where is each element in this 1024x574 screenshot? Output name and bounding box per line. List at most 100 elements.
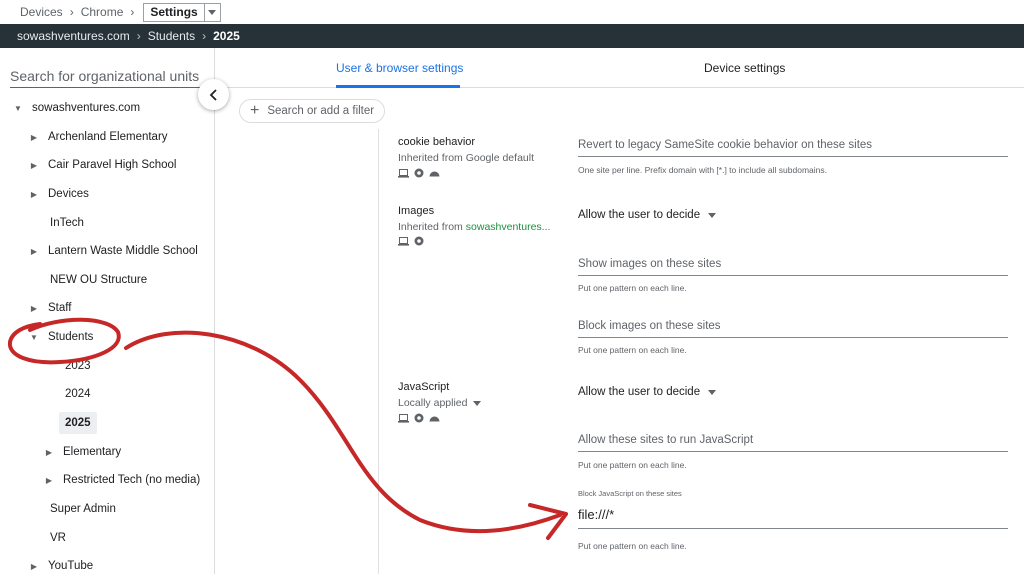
tree-item-intech[interactable]: InTech <box>50 212 84 234</box>
tree-item-2025[interactable]: 2025 <box>59 412 97 434</box>
tree-item-2023[interactable]: 2023 <box>65 355 91 377</box>
settings-select[interactable]: Settings <box>143 2 221 22</box>
tree-item-root[interactable]: ▼ sowashventures.com <box>12 97 140 119</box>
images-select[interactable]: Allow the user to decide <box>578 209 717 221</box>
chevron-left-icon <box>209 88 217 101</box>
tree-item-archenland[interactable]: ▶ Archenland Elementary <box>28 126 168 148</box>
tree-item-elementary[interactable]: ▶ Elementary <box>43 441 121 463</box>
tree-item-2024[interactable]: 2024 <box>65 383 91 405</box>
tree-item-devices[interactable]: ▶ Devices <box>28 183 89 205</box>
tree-item-label: Archenland Elementary <box>48 131 168 143</box>
chrome-icon <box>414 236 424 246</box>
tree-triangle-right-icon[interactable]: ▶ <box>28 247 40 256</box>
field-hint: Put one pattern on each line. <box>578 345 687 355</box>
tab-device-settings[interactable]: Device settings <box>704 48 785 88</box>
tab-user-browser-settings[interactable]: User & browser settings <box>336 48 463 88</box>
android-icon <box>429 416 440 422</box>
tree-item-label: Elementary <box>63 446 122 458</box>
tree-item-label: Super Admin <box>50 503 116 515</box>
tree-item-label: Restricted Tech (no media) <box>63 474 201 486</box>
tree-item-label: Cair Paravel High School <box>48 159 177 171</box>
tree-item-super-admin[interactable]: Super Admin <box>50 498 116 520</box>
platform-icons <box>398 413 440 423</box>
tree-item-vr[interactable]: VR <box>50 527 66 549</box>
setting-inheritance-images: Inherited from sowashventures... <box>398 221 550 233</box>
ou-search-input[interactable]: Search for organizational units <box>10 66 206 88</box>
ou-path-current: 2025 <box>213 29 240 43</box>
field-placeholder: Allow these sites to run JavaScript <box>578 434 754 446</box>
active-tab-indicator <box>336 85 460 88</box>
field-value: file:///* <box>578 507 615 522</box>
ou-path-bar: sowashventures.com › Students › 2025 <box>0 24 1024 48</box>
tree-item-label: VR <box>50 532 66 544</box>
tree-item-label: Students <box>48 331 94 343</box>
tree-item-restricted-tech[interactable]: ▶ Restricted Tech (no media) <box>43 469 200 491</box>
inheritance-text: Locally applied <box>398 397 468 409</box>
tree-item-cair-paravel[interactable]: ▶ Cair Paravel High School <box>28 154 177 176</box>
tree-item-label: InTech <box>50 217 84 229</box>
block-images-sites-field[interactable]: Block images on these sites <box>578 318 1008 338</box>
collapse-sidebar-button[interactable] <box>198 79 229 110</box>
admin-console-screen: Devices › Chrome › Settings sowashventur… <box>0 0 1024 574</box>
field-placeholder: Show images on these sites <box>578 258 722 270</box>
tree-item-label: Staff <box>48 302 72 314</box>
tree-triangle-right-icon[interactable]: ▶ <box>28 133 40 142</box>
add-filter-button[interactable]: + Search or add a filter <box>239 99 385 123</box>
breadcrumb-devices[interactable]: Devices <box>20 5 63 19</box>
chevron-right-icon: › <box>130 5 135 19</box>
tree-item-label: Devices <box>48 188 89 200</box>
tab-label: Device settings <box>704 61 786 75</box>
ou-search-placeholder: Search for organizational units <box>10 68 200 84</box>
chevron-right-icon: › <box>202 29 207 43</box>
laptop-icon <box>398 413 409 423</box>
tree-item-youtube[interactable]: ▶ YouTube <box>28 555 93 574</box>
filter-label: Search or add a filter <box>267 105 375 117</box>
inheritance-text: Inherited from <box>398 221 463 233</box>
ou-path-root[interactable]: sowashventures.com <box>17 29 130 43</box>
tree-triangle-right-icon[interactable]: ▶ <box>28 562 40 571</box>
android-icon <box>429 171 440 177</box>
tree-item-label: 2025 <box>65 417 91 429</box>
laptop-icon <box>398 168 409 178</box>
setting-inheritance-javascript[interactable]: Locally applied <box>398 397 482 409</box>
tree-triangle-down-icon[interactable]: ▼ <box>28 333 40 342</box>
show-images-sites-field[interactable]: Show images on these sites <box>578 256 1008 276</box>
tree-triangle-right-icon[interactable]: ▶ <box>28 161 40 170</box>
legacy-samesite-sites-field[interactable]: Revert to legacy SameSite cookie behavio… <box>578 137 1008 157</box>
dropdown-caret-icon <box>708 212 717 218</box>
tree-item-staff[interactable]: ▶ Staff <box>28 297 72 319</box>
chrome-icon <box>414 168 424 178</box>
platform-icons <box>398 168 440 178</box>
tree-triangle-right-icon[interactable]: ▶ <box>43 448 55 457</box>
tree-item-label: NEW OU Structure <box>50 274 148 286</box>
breadcrumb: Devices › Chrome › Settings <box>0 0 1024 24</box>
setting-name-cookie: cookie behavior <box>398 136 476 148</box>
inheritance-link[interactable]: sowashventures... <box>466 221 551 233</box>
inheritance-text: Inherited from Google default <box>398 152 534 164</box>
select-value: Allow the user to decide <box>578 386 701 398</box>
field-hint: One site per line. Prefix domain with [*… <box>578 165 827 175</box>
settings-main: User & browser settings Device settings … <box>215 48 1024 574</box>
tree-item-new-ou-structure[interactable]: NEW OU Structure <box>50 269 147 291</box>
tree-item-label: YouTube <box>48 560 94 572</box>
tree-triangle-right-icon[interactable]: ▶ <box>43 476 55 485</box>
plus-icon: + <box>250 102 260 119</box>
settings-tabs: User & browser settings Device settings <box>215 48 1024 88</box>
dropdown-caret-icon <box>203 3 220 21</box>
tree-item-students[interactable]: ▼ Students <box>28 326 93 348</box>
chevron-right-icon: › <box>136 29 141 43</box>
tree-item-lantern-waste[interactable]: ▶ Lantern Waste Middle School <box>28 240 198 262</box>
ou-path-students[interactable]: Students <box>148 29 195 43</box>
tree-item-label: Lantern Waste Middle School <box>48 245 198 257</box>
laptop-icon <box>398 236 409 246</box>
block-javascript-sites-field[interactable]: file:///* <box>578 505 1008 529</box>
allow-javascript-sites-field[interactable]: Allow these sites to run JavaScript <box>578 432 1008 452</box>
field-hint: Put one pattern on each line. <box>578 541 687 551</box>
tree-triangle-right-icon[interactable]: ▶ <box>28 190 40 199</box>
tree-triangle-right-icon[interactable]: ▶ <box>28 304 40 313</box>
breadcrumb-chrome[interactable]: Chrome <box>81 5 124 19</box>
field-hint: Put one pattern on each line. <box>578 283 687 293</box>
javascript-select[interactable]: Allow the user to decide <box>578 386 717 398</box>
tree-triangle-down-icon[interactable]: ▼ <box>12 104 24 113</box>
setting-inheritance-cookie: Inherited from Google default <box>398 152 534 164</box>
